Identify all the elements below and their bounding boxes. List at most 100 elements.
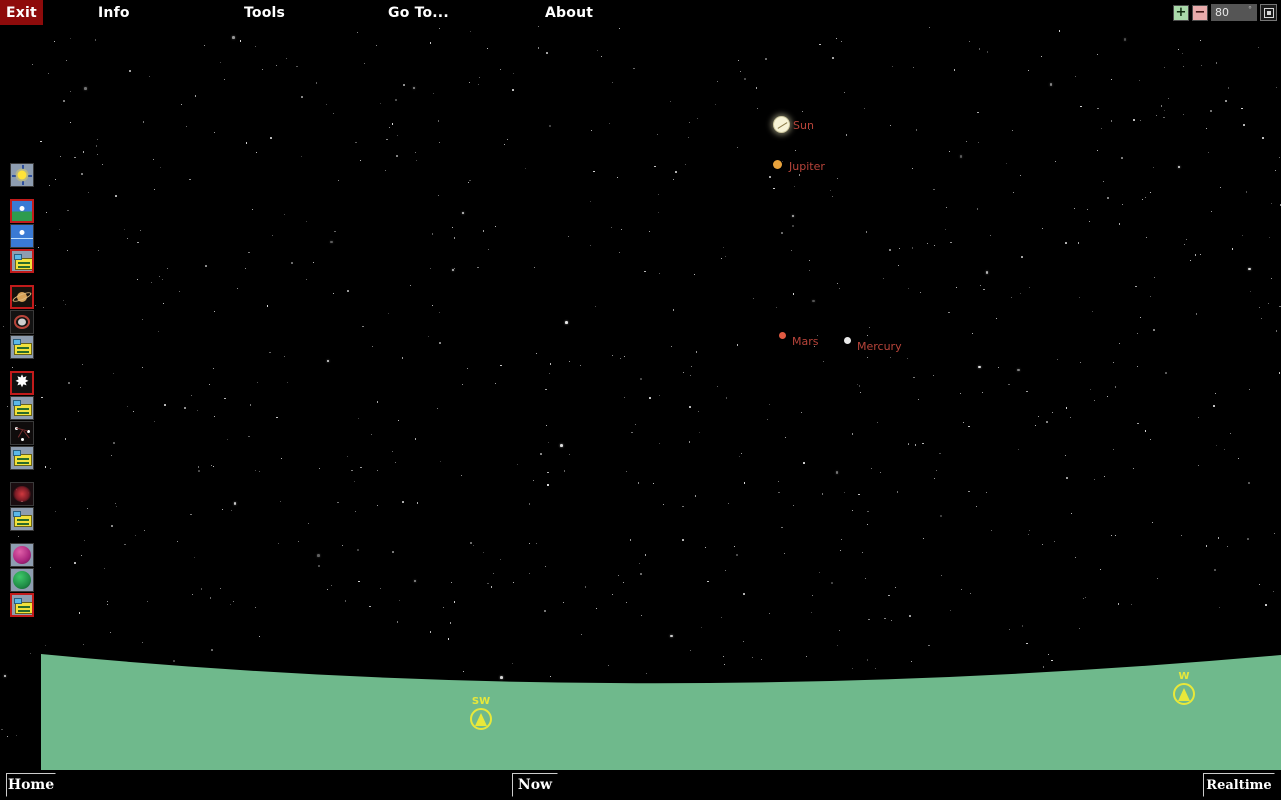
star <box>1165 372 1167 375</box>
star <box>42 306 44 308</box>
star <box>891 66 893 68</box>
compass-sw-label: SW <box>471 696 491 707</box>
menu-item-tools[interactable]: Tools <box>244 0 285 25</box>
star <box>184 407 186 409</box>
star <box>395 99 398 101</box>
star <box>269 351 271 353</box>
star <box>256 152 258 154</box>
star <box>65 438 67 440</box>
star <box>1215 62 1217 64</box>
stars-toggle-button[interactable] <box>10 371 34 395</box>
star <box>722 247 724 249</box>
star <box>66 249 68 251</box>
star <box>1094 479 1096 481</box>
horizon-toggle-button[interactable] <box>10 199 34 223</box>
star <box>469 179 472 182</box>
star <box>473 544 475 547</box>
menu-item-about[interactable]: About <box>545 0 593 25</box>
azimuth-grid-toggle-button[interactable] <box>10 224 34 248</box>
star <box>757 108 759 110</box>
menu-item-goto[interactable]: Go To... <box>388 0 449 25</box>
star <box>1210 211 1212 213</box>
star <box>70 90 72 92</box>
star <box>801 111 803 113</box>
star <box>690 375 692 377</box>
nebula-labels-toggle-button[interactable] <box>10 507 34 531</box>
star <box>1278 157 1280 159</box>
star <box>535 542 537 544</box>
star <box>1101 128 1103 130</box>
fullscreen-icon[interactable] <box>1260 4 1277 21</box>
star <box>276 64 278 66</box>
compass-w-ring <box>1173 683 1195 705</box>
star <box>619 27 621 30</box>
star <box>940 515 942 517</box>
grid-labels-toggle-button[interactable] <box>10 593 34 617</box>
star <box>375 44 378 47</box>
planets-toggle-button[interactable] <box>10 285 34 309</box>
star <box>971 333 973 335</box>
star <box>402 500 404 503</box>
star <box>500 364 503 367</box>
star-labels-toggle-button[interactable] <box>10 396 34 420</box>
star <box>110 525 113 528</box>
constellation-labels-toggle-button[interactable] <box>10 446 34 470</box>
home-button[interactable]: Home <box>6 773 56 797</box>
star <box>819 43 821 46</box>
star <box>654 166 656 168</box>
zoom-out-icon[interactable]: − <box>1192 4 1208 21</box>
star <box>255 46 257 48</box>
star <box>1114 535 1116 537</box>
ground-labels-toggle-button[interactable] <box>10 249 34 273</box>
star <box>197 466 199 468</box>
sun-toggle-button[interactable] <box>10 163 34 187</box>
label-tag-icon <box>11 336 33 358</box>
jupiter-label: Jupiter <box>789 160 825 173</box>
star <box>1038 415 1040 417</box>
star <box>157 330 159 332</box>
star <box>70 37 72 39</box>
star <box>208 384 210 386</box>
star <box>869 326 871 328</box>
mars-label: Mars <box>792 335 819 348</box>
star <box>413 579 417 583</box>
star <box>1080 105 1082 108</box>
star <box>641 614 643 616</box>
sky-view[interactable]: Sun Jupiter Mars Mercury SW W <box>0 0 1281 770</box>
star <box>776 307 778 309</box>
star <box>977 111 979 114</box>
galactic-grid-toggle-button[interactable] <box>10 568 34 592</box>
star <box>794 149 796 152</box>
star <box>330 240 333 244</box>
star <box>1183 65 1185 68</box>
planet-orbits-toggle-button[interactable] <box>10 310 34 334</box>
star <box>818 572 821 574</box>
star <box>1199 39 1201 41</box>
star <box>224 78 226 81</box>
star <box>811 594 813 596</box>
star <box>1200 64 1202 66</box>
star <box>793 186 796 188</box>
star <box>332 113 335 115</box>
now-button[interactable]: Now <box>512 773 558 797</box>
field-of-view-input[interactable]: 80 ° <box>1211 4 1257 21</box>
star <box>916 129 918 131</box>
star <box>908 614 911 617</box>
star <box>584 586 586 588</box>
star <box>162 303 164 305</box>
nebulae-toggle-button[interactable] <box>10 482 34 506</box>
star <box>1243 123 1246 126</box>
exit-button[interactable]: Exit <box>0 0 43 25</box>
menu-item-info[interactable]: Info <box>98 0 130 25</box>
planet-labels-toggle-button[interactable] <box>10 335 34 359</box>
constellations-toggle-button[interactable] <box>10 421 34 445</box>
saturn-icon <box>12 287 32 307</box>
star <box>334 231 336 233</box>
star <box>640 573 642 575</box>
equatorial-grid-toggle-button[interactable] <box>10 543 34 567</box>
zoom-in-icon[interactable]: + <box>1173 4 1189 21</box>
realtime-button[interactable]: Realtime <box>1203 773 1275 797</box>
star <box>479 77 481 79</box>
star <box>528 572 530 574</box>
star <box>540 453 542 456</box>
